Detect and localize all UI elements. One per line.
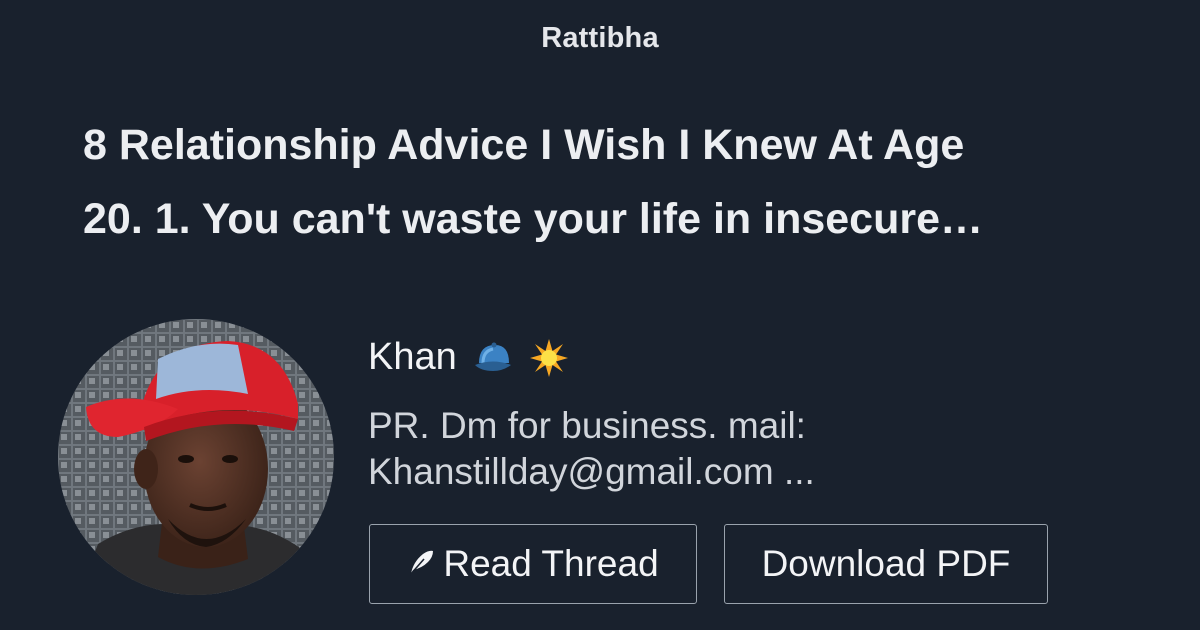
author-bio-line-1: PR. Dm for business. mail: <box>368 405 806 446</box>
author-bio: PR. Dm for business. mail: Khanstillday@… <box>368 403 928 495</box>
brand-name[interactable]: Rattibha <box>0 22 1200 55</box>
share-card: Rattibha 8 Relationship Advice I Wish I … <box>0 0 1200 630</box>
download-pdf-label: Download PDF <box>761 543 1011 584</box>
feather-icon <box>407 543 435 585</box>
author-name-row: Khan <box>368 336 569 379</box>
read-thread-label: Read Thread <box>443 543 659 584</box>
thread-title-line-2: 20. 1. You can't waste your life in inse… <box>83 195 983 243</box>
author-name[interactable]: Khan <box>368 336 457 379</box>
read-thread-button[interactable]: Read Thread <box>369 524 697 604</box>
thread-title: 8 Relationship Advice I Wish I Knew At A… <box>83 108 1123 256</box>
download-pdf-button[interactable]: Download PDF <box>724 524 1048 604</box>
thread-title-line-1: 8 Relationship Advice I Wish I Knew At A… <box>83 121 965 169</box>
sun-icon <box>529 338 569 378</box>
avatar <box>58 319 334 595</box>
author-bio-line-2: Khanstillday@gmail.com ... <box>368 451 815 492</box>
cap-icon <box>473 341 513 375</box>
